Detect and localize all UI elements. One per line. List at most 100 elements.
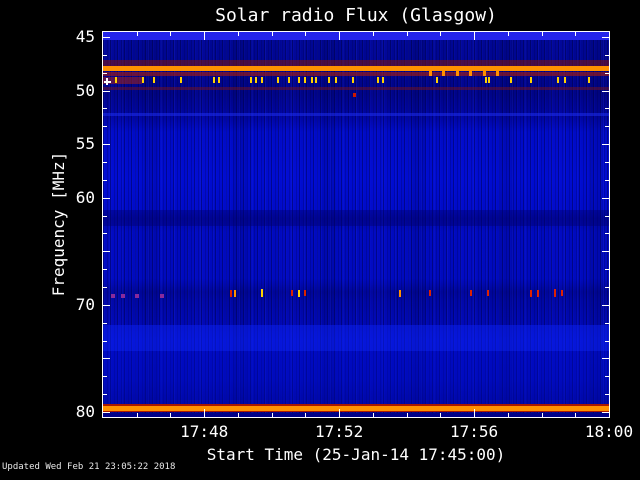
burst-mark-yellow-bursts-49mhz bbox=[530, 77, 533, 84]
burst-mark-orange-bursts-48.5mhz bbox=[442, 71, 446, 77]
y-major-tick bbox=[602, 91, 609, 92]
y-minor-tick bbox=[103, 341, 107, 342]
x-minor-tick bbox=[137, 32, 138, 36]
y-major-tick bbox=[103, 37, 110, 38]
burst-mark-orange-bursts-48.5mhz bbox=[455, 71, 459, 77]
y-minor-tick bbox=[605, 376, 609, 377]
burst-mark-yellow-bursts-49mhz bbox=[255, 77, 258, 84]
spectrogram-plot bbox=[102, 31, 610, 418]
burst-mark-orange-bursts-48.5mhz bbox=[496, 71, 500, 77]
burst-mark-purple-dots-69mhz bbox=[121, 294, 126, 299]
y-minor-tick bbox=[103, 376, 107, 377]
y-minor-tick bbox=[605, 287, 609, 288]
y-minor-tick bbox=[103, 394, 107, 395]
x-major-tick bbox=[474, 32, 475, 40]
burst-mark-yellow-bursts-49mhz bbox=[488, 77, 491, 84]
point-mark-burst-69mhz bbox=[530, 289, 533, 297]
feature-band-faint-red-line-49.8 bbox=[103, 86, 609, 90]
point-mark-burst-69mhz bbox=[290, 290, 293, 297]
y-major-tick bbox=[103, 251, 110, 252]
updated-timestamp: Updated Wed Feb 21 23:05:22 2018 bbox=[2, 462, 176, 472]
x-major-tick bbox=[339, 32, 340, 40]
burst-mark-purple-dots-69mhz bbox=[111, 294, 116, 299]
y-axis-title: Frequency [MHz] bbox=[49, 151, 68, 297]
x-minor-tick bbox=[373, 32, 374, 36]
point-mark-burst-69mhz bbox=[537, 289, 540, 297]
x-minor-tick bbox=[170, 32, 171, 36]
y-minor-tick bbox=[605, 394, 609, 395]
point-mark-burst-69mhz bbox=[297, 289, 300, 297]
point-mark-burst-69mhz bbox=[486, 290, 489, 297]
burst-mark-yellow-bursts-49mhz bbox=[179, 77, 182, 84]
y-major-tick bbox=[103, 91, 110, 92]
y-minor-tick bbox=[605, 216, 609, 217]
burst-mark-yellow-bursts-49mhz bbox=[311, 77, 314, 84]
x-minor-tick bbox=[238, 32, 239, 36]
y-minor-tick bbox=[605, 341, 609, 342]
burst-mark-yellow-bursts-49mhz bbox=[152, 77, 155, 84]
feature-band-bright-blue-line-52.2 bbox=[103, 112, 609, 117]
feature-band-top-edge-bright-band bbox=[103, 32, 609, 41]
y-major-tick bbox=[103, 412, 110, 413]
x-minor-tick bbox=[542, 413, 543, 417]
point-mark-burst-69mhz bbox=[469, 290, 472, 297]
y-minor-tick bbox=[103, 108, 107, 109]
burst-mark-yellow-bursts-49mhz bbox=[213, 77, 216, 84]
burst-mark-yellow-bursts-49mhz bbox=[314, 77, 317, 84]
y-minor-tick bbox=[103, 269, 107, 270]
y-minor-tick bbox=[103, 55, 107, 56]
x-minor-tick bbox=[407, 413, 408, 417]
x-minor-tick bbox=[272, 32, 273, 36]
spectrogram-page: Solar radio Flux (Glasgow) 45 50 55 60 70 80 … bbox=[0, 0, 640, 480]
point-mark-red-spot-50.4mhz bbox=[353, 92, 357, 97]
x-minor-tick bbox=[508, 32, 509, 36]
x-minor-tick bbox=[137, 413, 138, 417]
y-minor-tick bbox=[605, 126, 609, 127]
x-minor-tick bbox=[575, 413, 576, 417]
y-minor-tick bbox=[103, 73, 107, 74]
y-major-tick bbox=[602, 305, 609, 306]
feature-band-red-mottle-47.4 bbox=[103, 60, 609, 66]
burst-mark-yellow-bursts-49mhz bbox=[376, 77, 379, 84]
y-minor-tick bbox=[605, 162, 609, 163]
point-mark-burst-69mhz bbox=[429, 290, 432, 297]
y-major-tick bbox=[103, 198, 110, 199]
burst-mark-yellow-bursts-49mhz bbox=[277, 77, 280, 84]
point-mark-burst-69mhz bbox=[554, 289, 557, 298]
x-minor-tick bbox=[407, 32, 408, 36]
x-minor-tick bbox=[238, 413, 239, 417]
feature-band-red-mottle-48.5 bbox=[103, 71, 609, 77]
burst-mark-yellow-bursts-49mhz bbox=[250, 77, 253, 84]
x-minor-tick bbox=[305, 413, 306, 417]
burst-mark-orange-bursts-48.5mhz bbox=[428, 71, 432, 77]
x-major-tick bbox=[204, 409, 205, 417]
burst-mark-yellow-bursts-49mhz bbox=[287, 77, 290, 84]
burst-mark-yellow-bursts-49mhz bbox=[587, 77, 590, 84]
feature-band-dark-band-61.8 bbox=[103, 210, 609, 226]
burst-mark-orange-bursts-48.5mhz bbox=[482, 71, 486, 77]
feature-band-bright-textured-72-74 bbox=[103, 325, 609, 351]
y-minor-tick bbox=[103, 162, 107, 163]
burst-mark-yellow-bursts-49mhz bbox=[142, 77, 145, 84]
y-major-tick bbox=[602, 412, 609, 413]
x-axis-title: Start Time (25-Jan-14 17:45:00) bbox=[206, 445, 506, 464]
burst-mark-yellow-bursts-49mhz bbox=[115, 77, 118, 84]
point-mark-burst-69mhz bbox=[233, 289, 236, 297]
y-major-tick bbox=[103, 305, 110, 306]
burst-mark-orange-bursts-48.5mhz bbox=[469, 71, 473, 77]
burst-mark-yellow-bursts-49mhz bbox=[484, 77, 487, 84]
burst-mark-yellow-bursts-49mhz bbox=[351, 77, 354, 84]
y-major-tick bbox=[602, 144, 609, 145]
burst-mark-yellow-bursts-49mhz bbox=[510, 77, 513, 84]
y-minor-tick bbox=[103, 323, 107, 324]
x-minor-tick bbox=[272, 413, 273, 417]
point-mark-burst-69mhz bbox=[560, 290, 563, 297]
x-minor-tick bbox=[440, 413, 441, 417]
burst-mark-yellow-bursts-49mhz bbox=[334, 77, 337, 84]
burst-mark-purple-dots-69mhz bbox=[134, 294, 139, 299]
y-minor-tick bbox=[103, 126, 107, 127]
x-major-tick bbox=[474, 409, 475, 417]
x-major-tick bbox=[204, 32, 205, 40]
x-minor-tick bbox=[170, 413, 171, 417]
x-minor-tick bbox=[440, 32, 441, 36]
